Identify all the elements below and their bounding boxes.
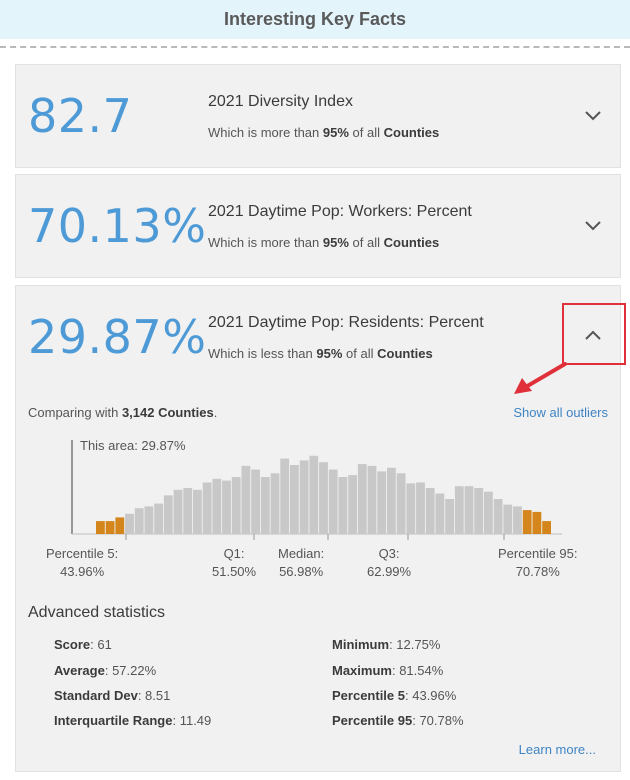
histogram-bar: [231, 477, 241, 534]
histogram-bar: [338, 477, 348, 534]
dotted-divider: [0, 46, 630, 48]
histogram-bar: [328, 469, 338, 534]
fact-value: 70.13%: [28, 199, 207, 253]
histogram-bar: [367, 465, 377, 534]
learn-more-link[interactable]: Learn more...: [519, 742, 596, 757]
stat-minimum: Minimum: 12.75%: [332, 637, 441, 652]
histogram-outlier-bar: [542, 521, 551, 534]
histogram-bar: [290, 465, 299, 534]
this-area-label: This area: 29.87%: [80, 438, 186, 453]
fact-subtitle: Which is more than 95% of all Counties: [208, 125, 440, 140]
histogram-bar: [251, 469, 260, 534]
histogram-outlier-bar: [105, 521, 115, 534]
percentile-5-label: Percentile 5: 43.96%: [46, 546, 119, 579]
histogram-bar: [348, 475, 357, 534]
fact-title: 2021 Daytime Pop: Residents: Percent: [208, 314, 484, 331]
chevron-down-icon[interactable]: [580, 103, 606, 129]
histogram-bar: [503, 504, 513, 534]
fact-title: 2021 Diversity Index: [208, 93, 353, 110]
q1-label: Q1: 51.50%: [212, 546, 257, 579]
annotation-arrow-icon: [514, 362, 567, 394]
stat-average: Average: 57.22%: [54, 663, 157, 678]
stat-interquartile-range: Interquartile Range: 11.49: [54, 713, 212, 728]
median-label: Median: 56.98%: [278, 546, 325, 579]
stat-percentile-95: Percentile 95: 70.78%: [332, 713, 464, 728]
histogram-bar: [125, 513, 134, 534]
histogram-bar: [144, 506, 154, 534]
histogram-bar: [319, 462, 328, 534]
histogram-bar: [387, 467, 396, 534]
show-outliers-link[interactable]: Show all outliers: [513, 405, 608, 420]
histogram-bar: [280, 458, 290, 534]
histogram-outlier-bar: [522, 510, 532, 534]
histogram-bar: [484, 491, 493, 534]
chevron-down-icon[interactable]: [580, 213, 606, 239]
histogram-bar: [134, 508, 144, 534]
fact-value: 82.7: [28, 89, 133, 143]
histogram-outlier-bar: [532, 511, 542, 534]
histogram-bar: [241, 465, 251, 534]
histogram-outlier-bar: [115, 517, 125, 534]
stat-maximum: Maximum: 81.54%: [332, 663, 444, 678]
histogram-bar: [454, 486, 464, 534]
fact-value: 29.87%: [28, 310, 207, 364]
histogram-outlier-bar: [96, 521, 105, 534]
histogram-bar: [445, 499, 454, 534]
histogram-bar: [377, 471, 387, 534]
fact-card-workers[interactable]: 70.13% 2021 Daytime Pop: Workers: Percen…: [15, 174, 621, 278]
fact-title: 2021 Daytime Pop: Workers: Percent: [208, 203, 472, 220]
histogram-bar: [406, 483, 416, 534]
section-title: Interesting Key Facts: [223, 9, 407, 29]
histogram-bar: [435, 493, 445, 534]
fact-subtitle: Which is less than 95% of all Counties: [208, 346, 433, 361]
fact-card-residents: 29.87% 2021 Daytime Pop: Residents: Perc…: [15, 285, 626, 772]
advanced-statistics-title: Advanced statistics: [28, 604, 165, 621]
histogram-bar: [212, 478, 222, 534]
stat-standard-dev: Standard Dev: 8.51: [54, 688, 171, 703]
histogram-bar: [513, 506, 522, 534]
histogram-bar: [474, 488, 484, 534]
histogram-bar: [299, 460, 309, 534]
histogram-bar: [396, 473, 406, 534]
histogram-bar: [493, 499, 503, 534]
comparing-text: Comparing with 3,142 Counties.: [28, 405, 218, 420]
section-header: Interesting Key Facts: [0, 0, 630, 39]
histogram-bar: [425, 488, 435, 534]
histogram-bar: [222, 480, 231, 534]
histogram-bar: [202, 482, 212, 534]
histogram-bar: [193, 489, 202, 534]
stat-percentile-5: Percentile 5: 43.96%: [332, 688, 457, 703]
histogram-bar: [163, 495, 173, 534]
q3-label: Q3: 62.99%: [367, 546, 412, 579]
histogram-bar: [416, 482, 425, 534]
percentile-95-label: Percentile 95: 70.78%: [498, 546, 578, 579]
fact-subtitle: Which is more than 95% of all Counties: [208, 235, 440, 250]
histogram-bar: [154, 503, 163, 534]
histogram-bar: [173, 489, 183, 534]
histogram-bar: [464, 486, 474, 534]
chevron-up-icon[interactable]: [580, 322, 606, 348]
stat-score: Score: 61: [54, 637, 112, 652]
histogram-bar: [183, 488, 193, 534]
fact-card-diversity[interactable]: 82.7 2021 Diversity Index Which is more …: [15, 64, 621, 168]
histogram-bar: [309, 455, 319, 534]
histogram-bar: [357, 464, 367, 534]
histogram-bar: [270, 473, 280, 534]
histogram-bar: [260, 477, 270, 534]
